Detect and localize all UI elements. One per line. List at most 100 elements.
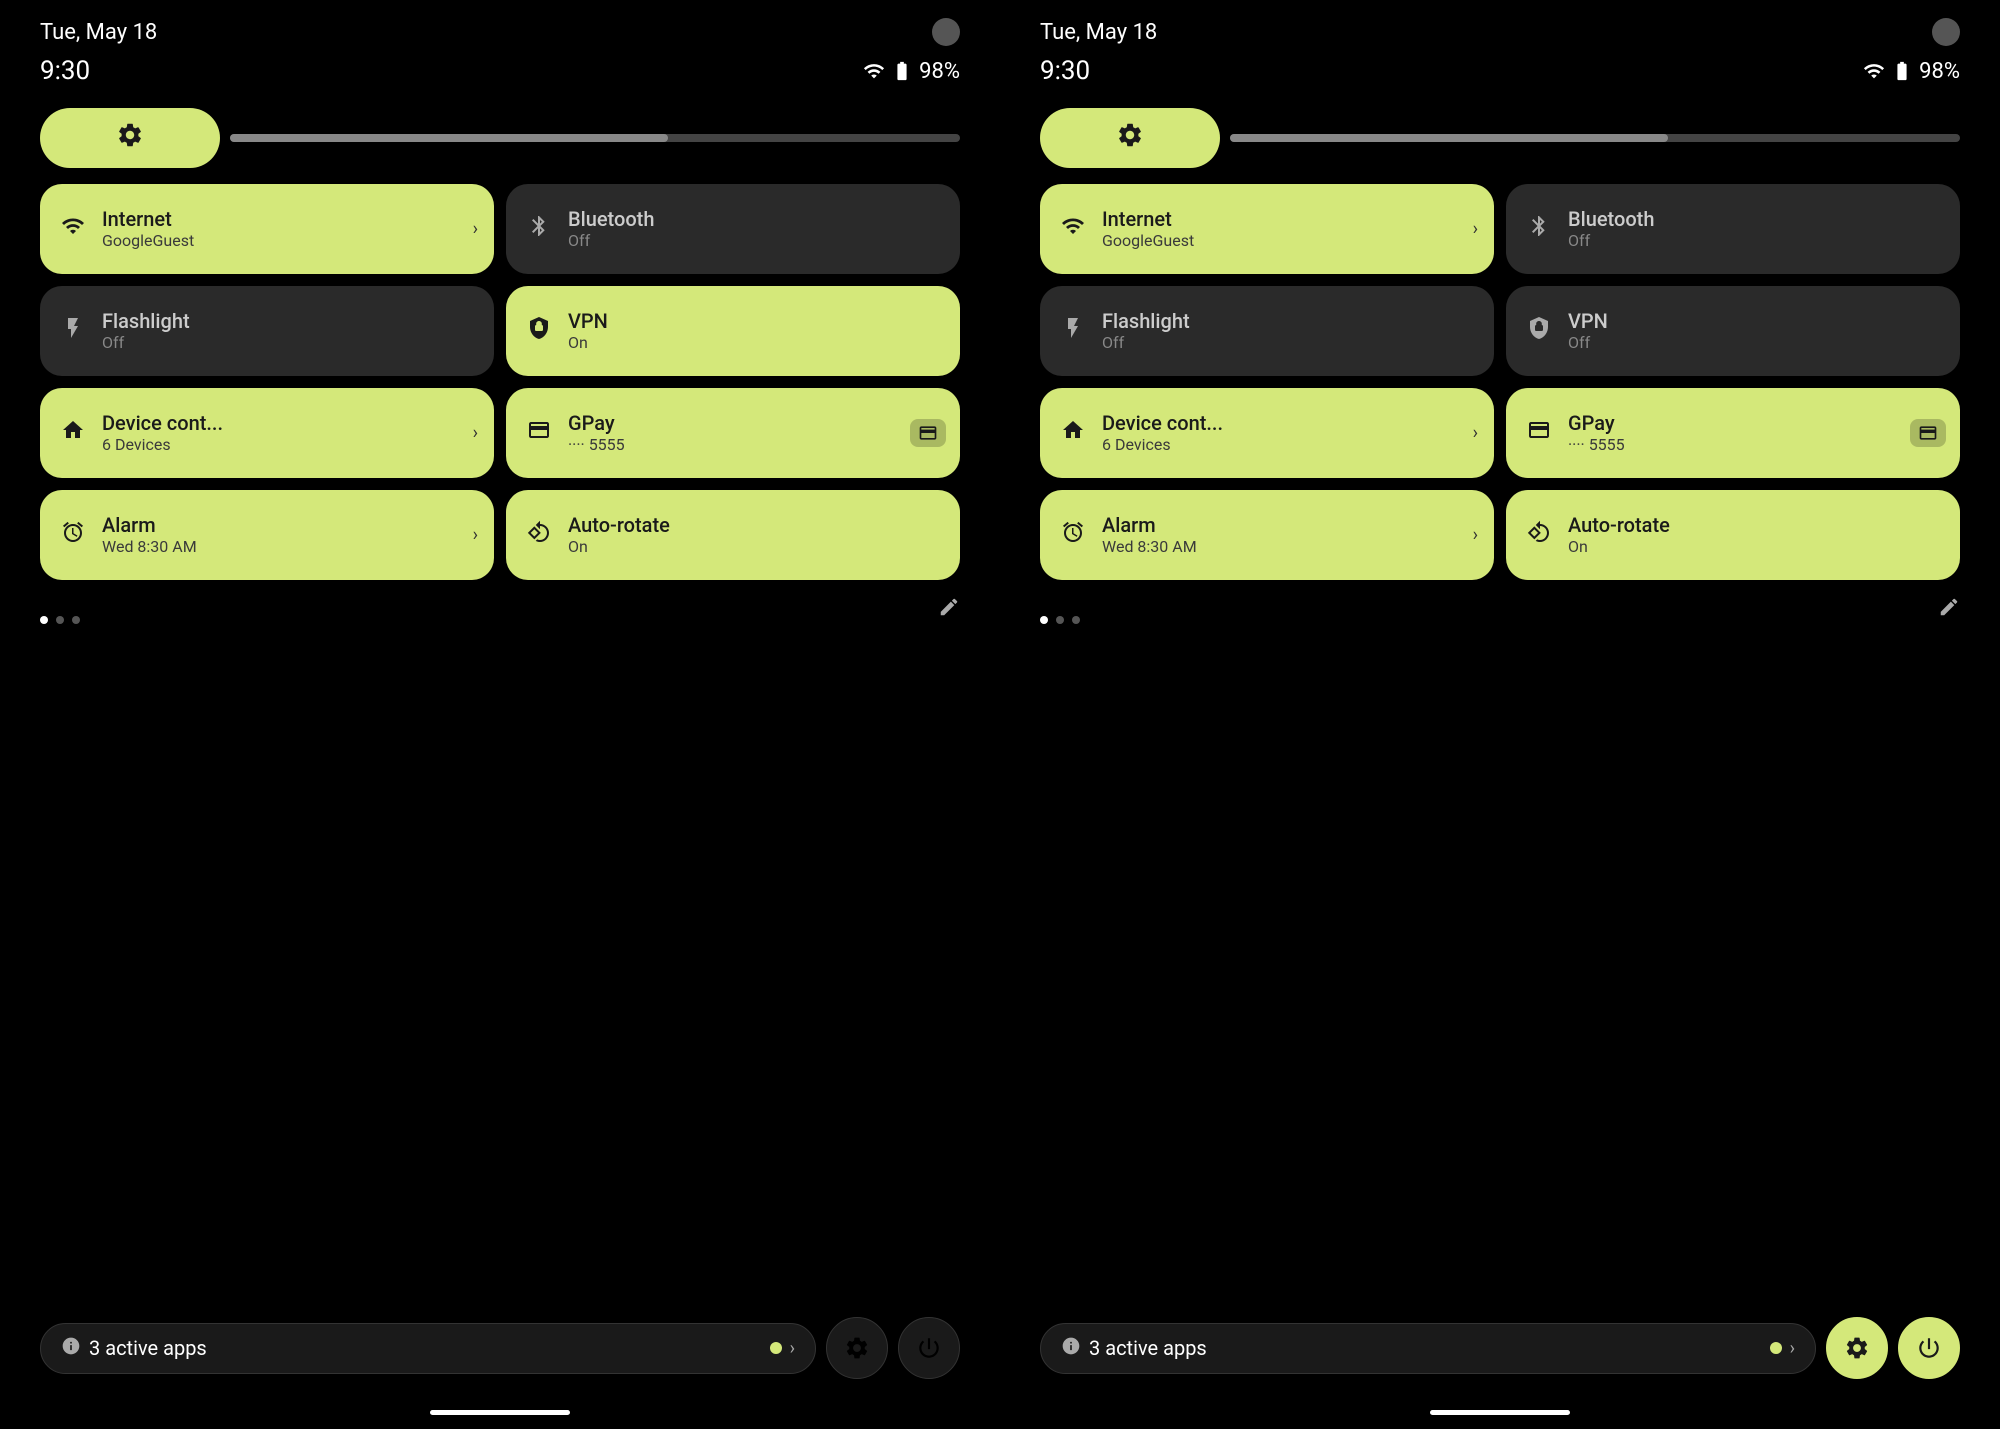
- vpn-icon: [1524, 316, 1554, 346]
- gpay-icon: [524, 418, 554, 448]
- page-dot-1[interactable]: [1040, 616, 1048, 624]
- tile-subtitle-bluetooth: Off: [568, 231, 654, 252]
- page-dot-1[interactable]: [40, 616, 48, 624]
- battery-percent: 98%: [1919, 59, 1960, 84]
- page-dot-2[interactable]: [56, 616, 64, 624]
- power-button[interactable]: [1898, 1317, 1960, 1379]
- tile-bluetooth[interactable]: Bluetooth Off: [1506, 184, 1960, 274]
- tile-text-bluetooth: Bluetooth Off: [568, 207, 654, 252]
- active-apps-pill[interactable]: 3 active apps ›: [40, 1323, 816, 1374]
- tile-title-gpay: GPay: [568, 411, 625, 435]
- tile-subtitle-alarm: Wed 8:30 AM: [1102, 537, 1197, 558]
- tile-internet[interactable]: Internet GoogleGuest ›: [1040, 184, 1494, 274]
- bottom-bar: 3 active apps ›: [1000, 1317, 2000, 1379]
- tile-alarm[interactable]: Alarm Wed 8:30 AM ›: [40, 490, 494, 580]
- bluetooth-icon: [524, 214, 554, 244]
- active-dot: [770, 1342, 782, 1354]
- tile-gpay[interactable]: GPay ···· 5555: [1506, 388, 1960, 478]
- tile-vpn[interactable]: VPN On: [506, 286, 960, 376]
- brightness-pill[interactable]: [1040, 108, 1220, 168]
- tile-internet[interactable]: Internet GoogleGuest ›: [40, 184, 494, 274]
- tiles-grid: Internet GoogleGuest › Bluetooth Off Fla…: [0, 168, 1000, 580]
- gear-icon: [116, 121, 144, 149]
- status-row: 9:30 98%: [0, 46, 1000, 86]
- tile-subtitle-autorotate: On: [1568, 537, 1670, 558]
- tile-autorotate[interactable]: Auto-rotate On: [1506, 490, 1960, 580]
- tile-title-vpn: VPN: [1568, 309, 1608, 333]
- wifi-status-icon: [863, 60, 885, 82]
- tile-text-autorotate: Auto-rotate On: [568, 513, 670, 558]
- tile-subtitle-bluetooth: Off: [1568, 231, 1654, 252]
- status-time: 9:30: [40, 56, 90, 86]
- tiles-grid: Internet GoogleGuest › Bluetooth Off Fla…: [1000, 168, 2000, 580]
- edit-pencil-icon[interactable]: [938, 596, 960, 624]
- tile-subtitle-alarm: Wed 8:30 AM: [102, 537, 197, 558]
- tile-device-control[interactable]: Device cont... 6 Devices ›: [1040, 388, 1494, 478]
- apps-chevron-icon: ›: [790, 1338, 795, 1359]
- tile-title-autorotate: Auto-rotate: [1568, 513, 1670, 537]
- tile-text-gpay: GPay ···· 5555: [1568, 411, 1625, 456]
- active-apps-pill[interactable]: 3 active apps ›: [1040, 1323, 1816, 1374]
- tile-text-flashlight: Flashlight Off: [1102, 309, 1190, 354]
- info-icon: [61, 1336, 81, 1361]
- brightness-slider[interactable]: [1230, 134, 1960, 142]
- tile-vpn[interactable]: VPN Off: [1506, 286, 1960, 376]
- settings-button[interactable]: [1826, 1317, 1888, 1379]
- flashlight-icon: [1058, 316, 1088, 346]
- tile-flashlight[interactable]: Flashlight Off: [40, 286, 494, 376]
- wifi-icon: [58, 214, 88, 244]
- tile-autorotate[interactable]: Auto-rotate On: [506, 490, 960, 580]
- status-bar: Tue, May 18: [1000, 0, 2000, 46]
- home-icon: [58, 418, 88, 448]
- tile-text-gpay: GPay ···· 5555: [568, 411, 625, 456]
- tile-text-internet: Internet GoogleGuest: [102, 207, 194, 252]
- chevron-icon: ›: [473, 525, 478, 546]
- page-dot-3[interactable]: [72, 616, 80, 624]
- rotate-icon: [524, 520, 554, 550]
- power-button[interactable]: [898, 1317, 960, 1379]
- tile-subtitle-internet: GoogleGuest: [102, 231, 194, 252]
- tile-subtitle-flashlight: Off: [102, 333, 190, 354]
- page-indicators: [40, 616, 80, 624]
- tile-alarm[interactable]: Alarm Wed 8:30 AM ›: [1040, 490, 1494, 580]
- camera-indicator: [1932, 18, 1960, 46]
- status-row: 9:30 98%: [1000, 46, 2000, 86]
- panel-panel-left: Tue, May 18 9:30 98% Internet GoogleGues…: [0, 0, 1000, 1429]
- tile-title-flashlight: Flashlight: [1102, 309, 1190, 333]
- brightness-pill[interactable]: [40, 108, 220, 168]
- chevron-icon: ›: [1473, 525, 1478, 546]
- tile-subtitle-flashlight: Off: [1102, 333, 1190, 354]
- brightness-slider[interactable]: [230, 134, 960, 142]
- tile-subtitle-gpay: ···· 5555: [568, 435, 625, 456]
- alarm-icon: [58, 520, 88, 550]
- tile-bluetooth[interactable]: Bluetooth Off: [506, 184, 960, 274]
- brightness-row[interactable]: [1000, 86, 2000, 168]
- tile-text-autorotate: Auto-rotate On: [1568, 513, 1670, 558]
- brightness-row[interactable]: [0, 86, 1000, 168]
- tile-gpay[interactable]: GPay ···· 5555: [506, 388, 960, 478]
- tile-text-device-control: Device cont... 6 Devices: [1102, 411, 1223, 456]
- tile-title-device-control: Device cont...: [102, 411, 223, 435]
- home-icon: [1058, 418, 1088, 448]
- tile-title-alarm: Alarm: [1102, 513, 1197, 537]
- tile-device-control[interactable]: Device cont... 6 Devices ›: [40, 388, 494, 478]
- brightness-gear-icon: [116, 121, 144, 156]
- page-indicators: [1040, 616, 1080, 624]
- status-icons: 98%: [863, 59, 960, 84]
- tile-title-alarm: Alarm: [102, 513, 197, 537]
- tile-title-device-control: Device cont...: [1102, 411, 1223, 435]
- page-dot-3[interactable]: [1072, 616, 1080, 624]
- tile-title-gpay: GPay: [1568, 411, 1625, 435]
- edit-pencil-icon[interactable]: [1938, 596, 1960, 624]
- wifi-status-icon: [1863, 60, 1885, 82]
- tile-title-internet: Internet: [102, 207, 194, 231]
- status-date: Tue, May 18: [1040, 20, 1157, 45]
- tile-subtitle-autorotate: On: [568, 537, 670, 558]
- tile-flashlight[interactable]: Flashlight Off: [1040, 286, 1494, 376]
- tile-title-bluetooth: Bluetooth: [1568, 207, 1654, 231]
- battery-status-icon: [1891, 60, 1913, 82]
- page-dot-2[interactable]: [1056, 616, 1064, 624]
- settings-button[interactable]: [826, 1317, 888, 1379]
- status-icons: 98%: [1863, 59, 1960, 84]
- tile-text-vpn: VPN On: [568, 309, 608, 354]
